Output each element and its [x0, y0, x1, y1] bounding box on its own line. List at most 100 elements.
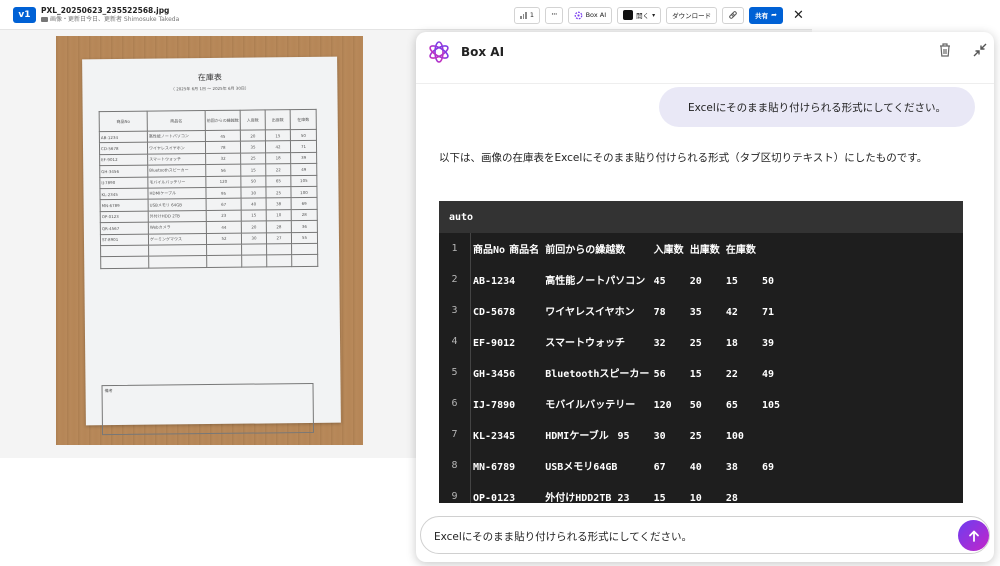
sheet-cell — [291, 254, 318, 267]
sheet-cell: 42 — [265, 141, 291, 153]
sheet-cell: 55 — [291, 231, 318, 244]
code-line-text: GH-3456 Bluetoothスピーカー 56 15 22 49 — [473, 369, 775, 380]
sheet-cell: USBメモリ 64GB — [148, 198, 207, 211]
sheet-cell: 30 — [241, 232, 267, 245]
line-number: 4 — [439, 326, 471, 357]
box-ai-title: Box AI — [461, 45, 505, 59]
code-line: 7 KL-2345 HDMIケーブル 95 30 25 100 — [439, 419, 963, 450]
sheet-cell: 27 — [266, 232, 292, 244]
sheet-cell: 28 — [291, 209, 318, 221]
sheet-cell: 39 — [290, 152, 317, 164]
sheet-cell: HDMIケーブル — [147, 187, 207, 200]
sheet-cell: 10 — [266, 209, 292, 222]
sheet-cell: 20 — [240, 129, 266, 142]
code-line: 2 AB-1234 高性能ノートパソコン 45 20 15 50 — [439, 264, 963, 295]
download-button[interactable]: ダウンロード — [666, 6, 718, 24]
file-meta: 画像・更新日今日、更新者 Shimosuke Takeda — [41, 15, 179, 24]
code-body: 1 商品No 商品名 前回からの繰越数 入庫数 出庫数 在庫数 2 AB-1234 高… — [439, 233, 963, 503]
share-label: 共有 — [755, 12, 769, 20]
views-button[interactable]: 1 — [514, 6, 540, 24]
code-line: 9 OP-0123 外付けHDD2TB 23 15 10 28 — [439, 481, 963, 503]
sheet-cell: AB-1234 — [99, 131, 148, 144]
send-button[interactable] — [958, 520, 989, 551]
trash-icon[interactable] — [938, 42, 952, 58]
sheet-cell: OP-0123 — [100, 210, 149, 223]
sheet-cell: EF-9012 — [99, 153, 148, 166]
open-button[interactable]: 開く ▾ — [617, 6, 662, 24]
code-line: 6 IJ-7890 モバイルバッテリー 120 50 65 105 — [439, 388, 963, 419]
sheet-cell: KL-2345 — [99, 188, 149, 201]
toolbar: 1 ··· Box AI 開く ▾ ダウンロード 共有 ➦ ✕ — [514, 6, 804, 24]
sheet-cell: 23 — [206, 209, 242, 222]
sheet-cell: 15 — [265, 129, 291, 142]
sheet-cell: 22 — [265, 163, 291, 176]
version-badge[interactable]: v1 — [13, 7, 36, 23]
sheet-cell: 25 — [240, 152, 266, 165]
sheet-cell — [148, 244, 207, 257]
code-line-text: AB-1234 高性能ノートパソコン 45 20 15 50 — [473, 276, 775, 287]
sheet-cell — [241, 255, 267, 267]
sheet-header-row: 商品No 商品名 前回からの繰越数 入庫数 出庫数 在庫数 — [99, 109, 317, 132]
sheet-cell: 15 — [240, 164, 266, 176]
sheet-cell — [206, 244, 242, 256]
sheet-cell: 28 — [266, 220, 292, 233]
line-number: 8 — [439, 450, 471, 481]
sheet-cell: 35 — [240, 141, 266, 153]
sheet-cell: 30 — [240, 186, 267, 199]
code-line: 8 MN-6789 USBメモリ64GB 67 40 38 69 — [439, 450, 963, 481]
open-app-icon — [623, 10, 634, 20]
code-line-text: OP-0123 外付けHDD2TB 23 15 10 28 — [473, 493, 738, 503]
code-line-text: CD-5678 ワイヤレスイヤホン 78 35 42 71 — [473, 307, 775, 318]
preview-header: v1 PXL_20250623_235522568.jpg 画像・更新日今日、更… — [0, 0, 812, 30]
sheet-cell: 69 — [291, 197, 318, 210]
box-ai-logo-icon — [429, 41, 449, 63]
sheet-cell: 44 — [206, 221, 242, 234]
document-photo: 在庫表 （ 2025年 6月 1日 〜 2025年 6月 30日） 商品No 商品… — [56, 36, 363, 445]
app-window: v1 PXL_20250623_235522568.jpg 画像・更新日今日、更… — [0, 0, 1000, 566]
close-icon[interactable]: ✕ — [788, 6, 804, 24]
collapse-icon[interactable] — [972, 42, 988, 58]
sheet-cell — [266, 243, 292, 256]
more-button[interactable]: ··· — [545, 6, 563, 24]
sheet-cell: ワイヤレスイヤホン — [147, 141, 206, 154]
sheet-cell: モバイルバッテリー — [147, 176, 206, 189]
sheet-cell: IJ-7890 — [99, 176, 148, 189]
code-line: 3 CD-5678 ワイヤレスイヤホン 78 35 42 71 — [439, 295, 963, 326]
sheet-cell: 120 — [205, 175, 241, 188]
sheet-header-cell: 在庫数 — [290, 109, 317, 130]
box-ai-button[interactable]: Box AI — [567, 6, 613, 24]
code-line-text: IJ-7890 モバイルバッテリー 120 50 65 105 — [473, 400, 781, 411]
sheet-cell: Bluetoothスピーカー — [147, 164, 206, 177]
sheet-cell: 71 — [290, 140, 317, 153]
sheet-header-cell: 商品名 — [147, 110, 206, 132]
sheet-cell — [266, 254, 292, 267]
code-line-text: EF-9012 スマートウォッチ 32 25 18 39 — [473, 338, 775, 349]
user-message-bubble: Excelにそのまま貼り付けられる形式にしてください。 — [659, 87, 975, 127]
line-number: 7 — [439, 419, 471, 450]
code-line: 5 GH-3456 Bluetoothスピーカー 56 15 22 49 — [439, 357, 963, 388]
sheet-cell — [148, 255, 207, 268]
sheet-notes: 備考 — [101, 382, 315, 436]
sheet-cell: 15 — [241, 209, 267, 222]
sheet-cell: 65 — [265, 175, 291, 187]
sheet-period: （ 2025年 6月 1日 〜 2025年 6月 30日） — [170, 85, 249, 92]
sheet-cell: 105 — [290, 174, 317, 187]
line-number: 5 — [439, 357, 471, 388]
folder-icon — [41, 17, 48, 22]
sheet-cell: MN-6789 — [100, 199, 149, 212]
prompt-input[interactable] — [434, 526, 944, 546]
sheet-cell: 50 — [240, 175, 266, 188]
share-button[interactable]: 共有 ➦ — [749, 6, 783, 24]
sheet-cell: ゲーミングマウス — [148, 233, 207, 246]
sheet-cell: Webカメラ — [148, 221, 207, 234]
copy-link-button[interactable] — [722, 6, 745, 24]
sheet-cell: 外付けHDD 2TB — [148, 210, 207, 223]
line-number: 2 — [439, 264, 471, 295]
sheet-row — [100, 254, 318, 269]
sheet-header-cell: 出庫数 — [265, 109, 291, 130]
sheet-cell: 18 — [265, 152, 291, 165]
sheet-cell: 95 — [205, 187, 242, 199]
sheet-header-cell: 前回からの繰越数 — [205, 110, 241, 131]
sheet-cell: 25 — [265, 186, 292, 199]
box-ai-header: Box AI — [416, 32, 994, 84]
